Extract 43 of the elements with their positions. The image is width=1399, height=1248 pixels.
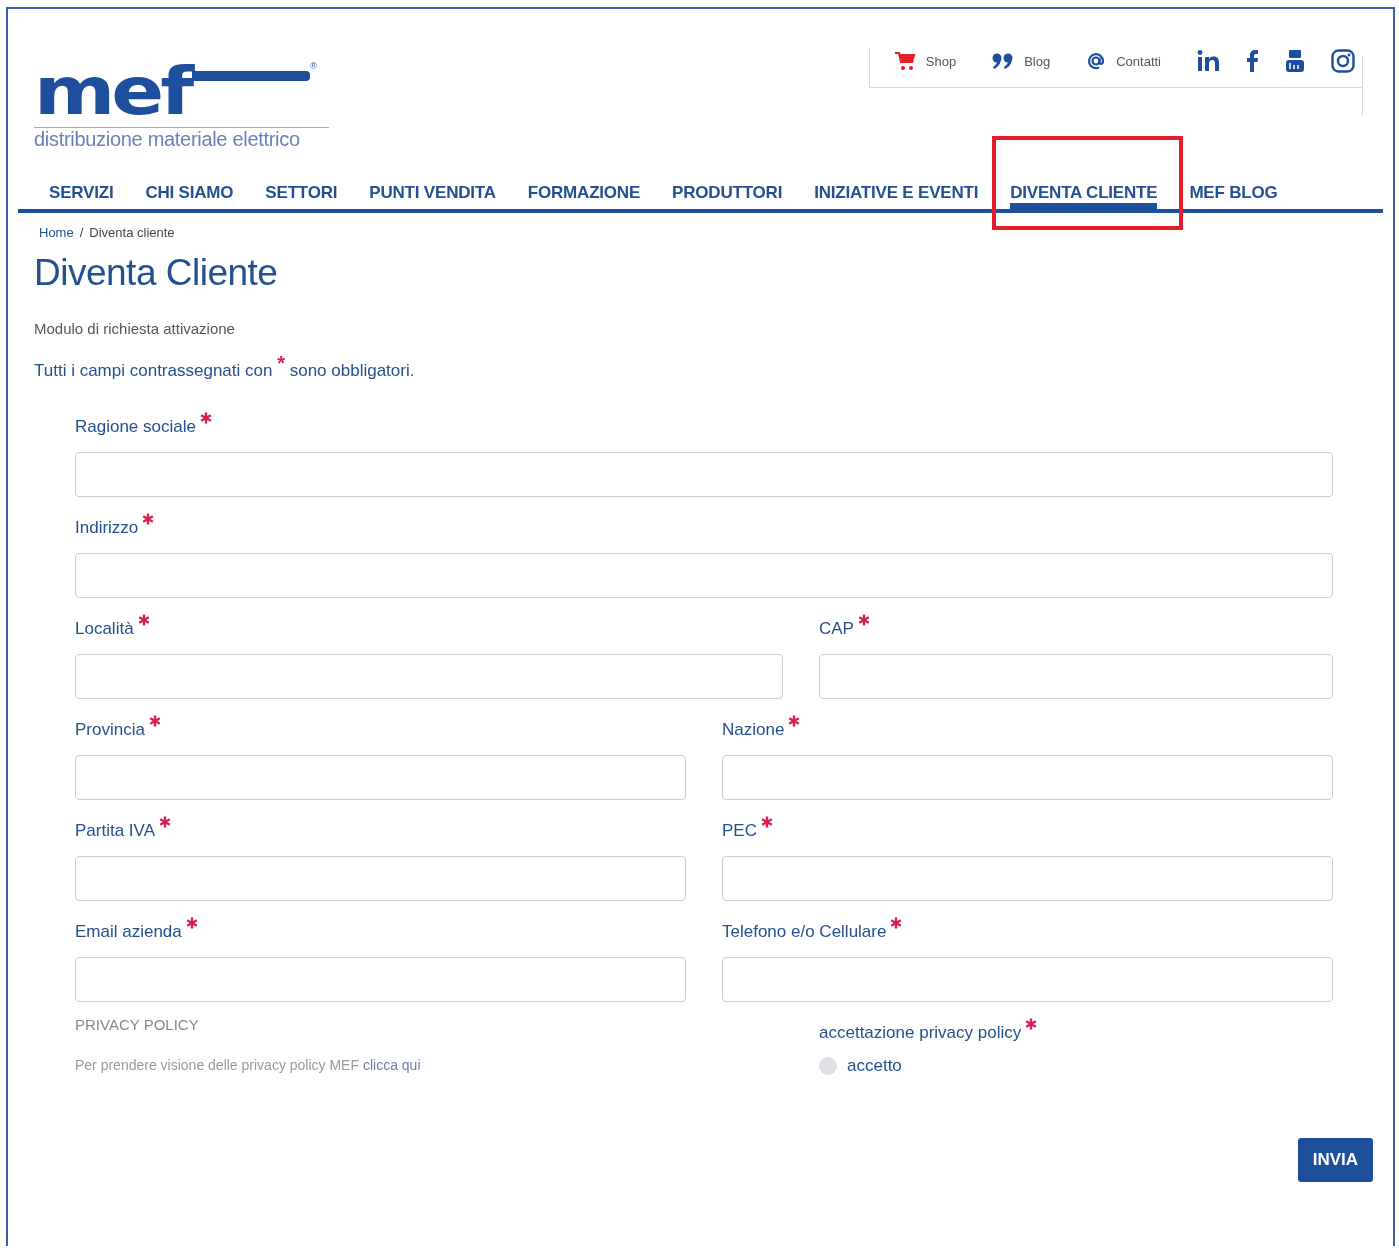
field-label: Partita IVA (75, 821, 155, 841)
quote-icon (992, 52, 1015, 70)
field-label: Indirizzo (75, 518, 139, 538)
nav-tab[interactable]: FORMAZIONE (527, 175, 641, 209)
nav-tab[interactable]: MEF BLOG (1189, 175, 1278, 209)
field-label: accettazione privacy policy (819, 1023, 1022, 1043)
registered-mark: ® (310, 61, 317, 71)
page-title: Diventa Cliente (34, 252, 279, 294)
field-label: Ragione sociale (75, 417, 196, 437)
top-link[interactable]: Shop (893, 50, 957, 72)
field-label: Telefono e/o Cellulare (722, 922, 887, 942)
top-link[interactable]: Blog (992, 52, 1051, 70)
nav-tab[interactable]: INIZIATIVE E EVENTI (814, 175, 979, 209)
field-label: CAP (819, 619, 854, 639)
nav-tab[interactable]: SERVIZI (49, 175, 114, 209)
linkedin-icon[interactable] (1197, 50, 1221, 72)
instagram-icon[interactable] (1331, 49, 1355, 73)
form-subtitle: Modulo di richiesta attivazione (34, 320, 236, 337)
field-label: Provincia (75, 720, 145, 740)
privacy-link[interactable]: clicca qui (362, 1057, 421, 1073)
facebook-icon[interactable] (1247, 50, 1259, 72)
at-sign-icon (1086, 51, 1107, 71)
nav-tab[interactable]: CHI SIAMO (145, 175, 234, 209)
cart-icon (893, 50, 916, 72)
nav-tab[interactable]: PUNTI VENDITA (369, 175, 496, 209)
nav-tab[interactable]: DIVENTA CLIENTE (1010, 175, 1158, 209)
field-label: Nazione (722, 720, 785, 740)
field-label: Email azienda (75, 922, 182, 942)
privacy-heading: PRIVACY POLICY (75, 1016, 200, 1033)
field-label: Località (75, 619, 134, 639)
radio-label[interactable]: accetto (847, 1056, 902, 1076)
field-label: PEC (722, 821, 757, 841)
breadcrumb-separator: / (79, 225, 84, 240)
breadcrumb-link[interactable]: Home (39, 225, 74, 240)
logo-tagline: distribuzione materiale elettrico (34, 127, 329, 151)
radio-button[interactable] (819, 1057, 837, 1075)
breadcrumb-current: Diventa cliente (89, 225, 175, 240)
nav-tab[interactable]: PRODUTTORI (672, 175, 783, 209)
logo-wordmark[interactable]: mef (34, 65, 191, 118)
nav-tab[interactable]: SETTORI (265, 175, 338, 209)
top-link[interactable]: Contatti (1086, 51, 1161, 71)
submit-button[interactable]: INVIA (1297, 1138, 1373, 1182)
privacy-text: Per prendere visione delle privacy policy MEF clicca qui (75, 1057, 422, 1073)
